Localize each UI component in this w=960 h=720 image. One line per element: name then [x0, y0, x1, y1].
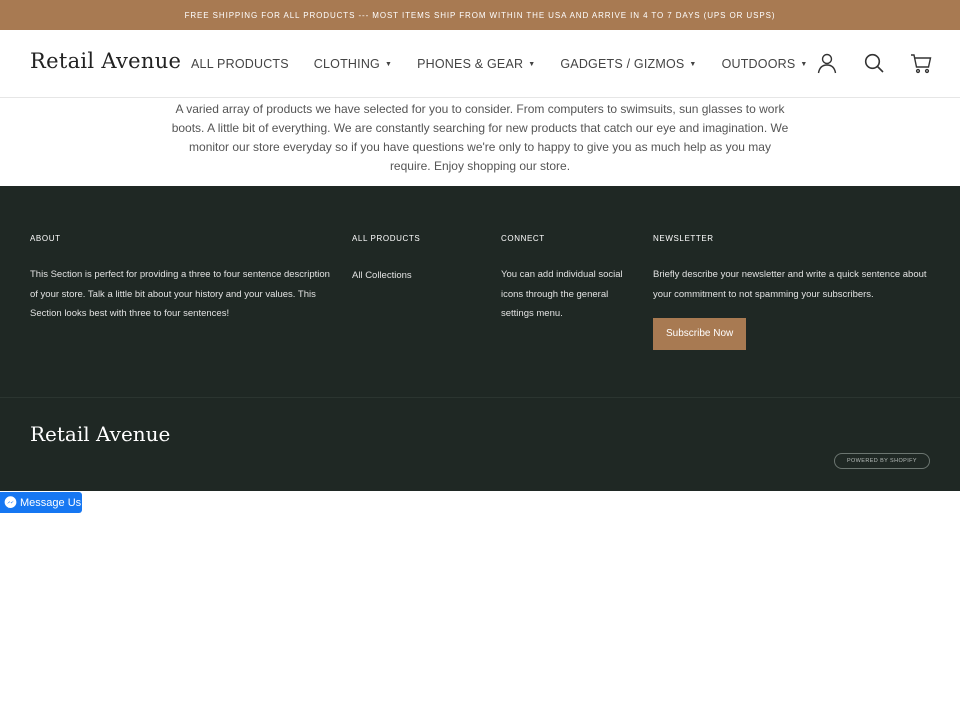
caret-down-icon: ▼: [800, 60, 808, 68]
account-icon[interactable]: [816, 52, 838, 74]
site-footer: ABOUT This Section is perfect for provid…: [0, 186, 960, 491]
site-logo[interactable]: Retail Avenue: [30, 49, 181, 73]
footer-logo[interactable]: Retail Avenue: [30, 422, 170, 446]
footer-newsletter: NEWSLETTER Briefly describe your newslet…: [653, 234, 933, 350]
footer-heading: ALL PRODUCTS: [352, 234, 421, 243]
nav-all-products[interactable]: ALL PRODUCTS: [191, 57, 289, 71]
nav-label: PHONES & GEAR: [417, 57, 524, 71]
announcement-text: FREE SHIPPING FOR ALL PRODUCTS --- MOST …: [184, 10, 776, 20]
footer-products: ALL PRODUCTS All Collections: [352, 234, 482, 283]
footer-heading: NEWSLETTER: [653, 234, 714, 243]
announcement-bar: FREE SHIPPING FOR ALL PRODUCTS --- MOST …: [0, 0, 960, 30]
footer-heading: ABOUT: [30, 234, 61, 243]
nav-label: ALL PRODUCTS: [191, 57, 289, 71]
all-collections-link[interactable]: All Collections: [352, 270, 412, 281]
nav-phones-gear[interactable]: PHONES & GEAR ▼: [417, 57, 535, 71]
message-us-label: Message Us: [20, 496, 82, 509]
footer-divider: [0, 397, 960, 398]
caret-down-icon: ▼: [689, 60, 697, 68]
nav-outdoors[interactable]: OUTDOORS ▼: [722, 57, 808, 71]
nav-label: OUTDOORS: [721, 57, 796, 71]
caret-down-icon: ▼: [384, 60, 393, 68]
cart-icon[interactable]: [910, 52, 932, 74]
nav-label: CLOTHING: [313, 57, 380, 71]
nav-label: GADGETS / GIZMOS: [560, 57, 685, 71]
footer-about: ABOUT This Section is perfect for provid…: [30, 234, 330, 324]
collection-description: A varied array of products we have selec…: [171, 102, 789, 173]
site-header: Retail Avenue ALL PRODUCTS CLOTHING ▼ PH…: [0, 30, 960, 98]
nav-gadgets-gizmos[interactable]: GADGETS / GIZMOS ▼: [560, 57, 696, 71]
footer-connect: CONNECT You can add individual social ic…: [501, 234, 631, 324]
footer-connect-text: You can add individual social icons thro…: [501, 269, 623, 319]
main-nav: ALL PRODUCTS CLOTHING ▼ PHONES & GEAR ▼ …: [191, 30, 833, 98]
powered-by-badge[interactable]: POWERED BY SHOPIFY: [833, 453, 930, 469]
message-us-button[interactable]: Message Us: [0, 492, 82, 513]
search-icon[interactable]: [863, 52, 885, 74]
caret-down-icon: ▼: [528, 60, 536, 68]
messenger-icon: [4, 496, 17, 509]
footer-about-text: This Section is perfect for providing a …: [30, 269, 330, 319]
nav-clothing[interactable]: CLOTHING ▼: [314, 57, 392, 71]
footer-heading: CONNECT: [501, 234, 545, 243]
subscribe-button[interactable]: Subscribe Now: [653, 318, 747, 350]
header-icons: [816, 52, 932, 74]
footer-newsletter-text: Briefly describe your newsletter and wri…: [653, 269, 927, 300]
